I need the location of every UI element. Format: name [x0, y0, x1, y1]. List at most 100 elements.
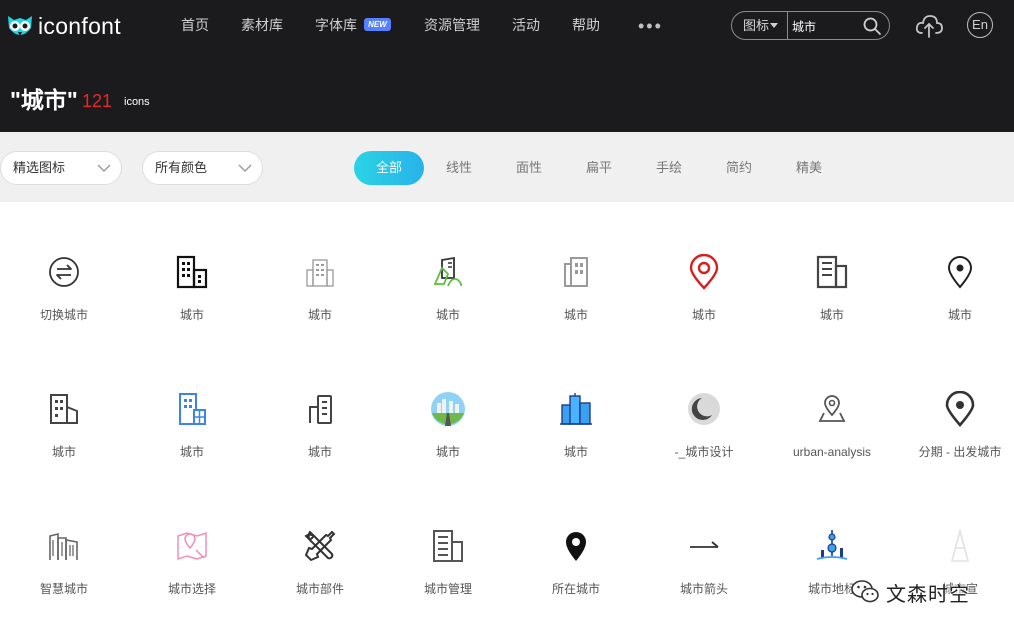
icon-card[interactable]: 城市	[384, 202, 512, 339]
search-input[interactable]	[792, 16, 858, 36]
moon-badge-icon	[688, 393, 720, 425]
search-query-title: "城市"	[10, 87, 78, 113]
icon-card[interactable]: 城市	[768, 202, 896, 339]
icon-card[interactable]: 城市	[128, 202, 256, 339]
tab-fine[interactable]: 精美	[784, 151, 834, 185]
result-header: "城市" 121 icons	[0, 52, 1014, 132]
icon-card[interactable]: 城市	[512, 202, 640, 339]
icon-card[interactable]: 城市	[256, 339, 384, 476]
icon-card[interactable]: 智慧城市	[0, 476, 128, 613]
search-icon[interactable]	[862, 16, 882, 36]
result-unit: icons	[124, 96, 150, 108]
icon-card[interactable]: 城市	[640, 202, 768, 339]
featured-select[interactable]: 精选图标	[0, 151, 122, 185]
icon-label: 切换城市	[39, 308, 88, 322]
location-pin-dark-icon	[945, 391, 975, 427]
buildings-outline-icon	[176, 255, 208, 289]
map-pin-area-icon	[818, 395, 846, 422]
icon-card[interactable]: -_城市设计	[640, 339, 768, 476]
icon-card[interactable]: 城市	[256, 202, 384, 339]
arrow-right-icon	[690, 541, 719, 548]
icon-card[interactable]: 城市部件	[256, 476, 384, 613]
icon-label: 城市	[307, 445, 332, 459]
icon-label: 城市	[563, 445, 588, 459]
icon-label: 城市	[563, 308, 588, 322]
icon-label: 城市	[819, 308, 844, 322]
apartment-gray-icon	[306, 259, 334, 287]
icon-card[interactable]: 城市	[0, 339, 128, 476]
map-select-pink-icon	[177, 531, 207, 561]
icon-label: 城市	[307, 308, 332, 322]
search-box: 图标	[731, 11, 890, 40]
top-navbar: iconfont 首页 素材库 字体库 NEW 资源管理 活动 帮助 ••• 图…	[0, 0, 1014, 52]
icon-label: 城市部件	[295, 582, 344, 596]
icon-label: 城市	[179, 445, 204, 459]
icon-card[interactable]: 分期 - 出发城市	[896, 339, 1014, 476]
icon-label: 所在城市	[551, 582, 600, 596]
nav-item-resources[interactable]: 资源管理	[424, 16, 480, 34]
chevron-down-icon	[97, 164, 111, 172]
icon-card[interactable]: 城市	[512, 339, 640, 476]
tab-flat[interactable]: 扁平	[574, 151, 624, 185]
tower-faint-icon	[950, 528, 970, 562]
icon-label: 城市	[691, 308, 716, 322]
city-landscape-color-icon	[431, 392, 465, 426]
icon-label: 城市	[435, 308, 460, 322]
new-badge: NEW	[364, 18, 391, 31]
building-blue-icon	[179, 393, 206, 425]
icon-label: 城市管理	[423, 582, 472, 596]
result-count: 121	[82, 91, 113, 111]
filter-bar: 精选图标 所有颜色 全部 线性 面性 扁平 手绘 简约 精美	[0, 132, 1014, 202]
search-type-label: 图标	[743, 18, 770, 33]
icon-card[interactable]: 城市	[384, 339, 512, 476]
icon-card[interactable]: 切换城市	[0, 202, 128, 339]
logo[interactable]: iconfont	[4, 8, 121, 44]
tab-fill[interactable]: 面性	[504, 151, 554, 185]
more-menu-icon[interactable]: •••	[638, 17, 663, 35]
location-pin-icon	[947, 256, 973, 289]
skyscrapers-blue-icon	[560, 393, 592, 425]
icon-label: 城市箭头	[679, 582, 728, 596]
nav-item-help[interactable]: 帮助	[572, 16, 600, 34]
icon-label: 智慧城市	[39, 582, 88, 596]
location-pin-red-icon	[689, 254, 719, 290]
tab-line[interactable]: 线性	[434, 151, 484, 185]
tab-all[interactable]: 全部	[354, 151, 424, 185]
nav-item-fonts[interactable]: 字体库	[315, 16, 357, 34]
icon-label: 城市	[179, 308, 204, 322]
icon-card[interactable]: 城市管理	[384, 476, 512, 613]
building-manage-icon	[433, 530, 463, 562]
icon-card[interactable]: 城市选择	[128, 476, 256, 613]
color-select[interactable]: 所有颜色	[142, 151, 263, 185]
building-simple-icon	[309, 395, 332, 424]
icon-label: 城市	[947, 308, 972, 322]
chevron-down-icon	[238, 164, 252, 172]
icon-card[interactable]: urban-analysis	[768, 339, 896, 476]
logo-text: iconfont	[38, 12, 121, 39]
building-block-icon	[816, 255, 848, 289]
color-select-label: 所有颜色	[155, 160, 208, 175]
caret-down-icon	[770, 23, 778, 28]
search-type-select[interactable]: 图标	[732, 12, 788, 39]
nav-item-library[interactable]: 素材库	[241, 16, 283, 34]
nav-item-home[interactable]: 首页	[181, 16, 209, 34]
tab-handdrawn[interactable]: 手绘	[644, 151, 694, 185]
icon-card[interactable]: 城市箭头	[640, 476, 768, 613]
city-green-icon	[433, 256, 463, 287]
wechat-watermark: 文森时空	[850, 575, 970, 609]
tower-landmark-icon	[816, 530, 848, 560]
icon-card[interactable]: 城市	[896, 202, 1014, 339]
icon-card[interactable]: 城市	[128, 339, 256, 476]
switch-city-icon	[49, 257, 79, 287]
icon-card[interactable]: 所在城市	[512, 476, 640, 613]
featured-select-label: 精选图标	[13, 160, 66, 175]
owl-logo-icon	[8, 16, 32, 36]
location-filled-icon	[566, 532, 586, 561]
upload-cloud-icon[interactable]	[914, 11, 944, 41]
building-small-icon	[50, 394, 78, 424]
nav-item-activities[interactable]: 活动	[512, 16, 540, 34]
language-toggle-button[interactable]: En	[967, 12, 993, 38]
icon-label: 城市	[51, 445, 76, 459]
tab-simple[interactable]: 简约	[714, 151, 764, 185]
buildings-gray-icon	[564, 257, 588, 287]
